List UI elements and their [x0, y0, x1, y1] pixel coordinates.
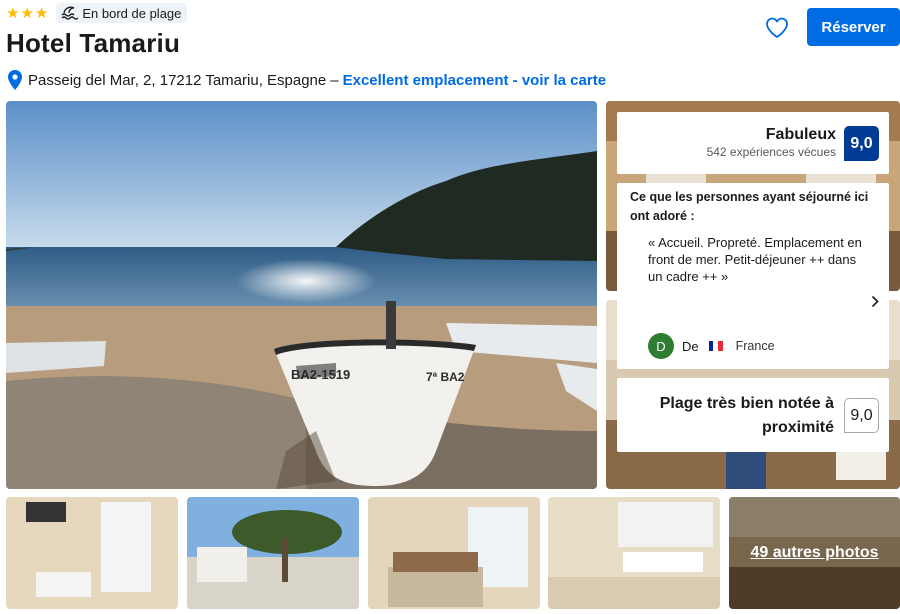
map-pin-icon — [8, 70, 22, 90]
review-quote: « Accueil. Propreté. Emplacement en fron… — [648, 235, 862, 284]
beach-waves-icon — [61, 6, 79, 20]
address-separator: – — [330, 71, 339, 89]
chevron-right-icon — [871, 295, 879, 307]
hotel-top-line: ★ ★ ★ En bord de plage — [6, 2, 188, 24]
thumbnail-bathroom-sink[interactable] — [548, 497, 720, 609]
thumbnail-village-square[interactable] — [187, 497, 359, 609]
beachfront-badge: En bord de plage — [56, 3, 188, 23]
review-count: 542 expériences vécues — [706, 145, 836, 159]
show-map-link[interactable]: Excellent emplacement - voir la carte — [343, 72, 606, 89]
star-icon: ★ — [6, 4, 20, 22]
beach-rating-card: Plage très bien notée à proximité 9,0 — [617, 378, 889, 452]
next-review-button[interactable] — [867, 291, 883, 311]
thumbnail-terrace[interactable]: 49 autres photos — [729, 497, 900, 609]
reserve-button[interactable]: Réserver — [807, 8, 900, 46]
hotel-title: Hotel Tamariu — [6, 28, 181, 58]
thumbnail-bedroom[interactable] — [368, 497, 540, 609]
star-icon: ★ — [34, 4, 49, 22]
beach-score-badge: 9,0 — [844, 398, 879, 433]
heart-icon — [766, 17, 788, 38]
main-photo-beach[interactable]: BA2-1519 7ª BA2 — [6, 101, 597, 489]
review-score-badge: 9,0 — [844, 126, 879, 161]
beach-rating-label: Plage très bien notée à proximité — [659, 395, 834, 436]
hotel-address: Passeig del Mar, 2, 17212 Tamariu, Espag… — [28, 71, 327, 89]
reviewer-avatar: D — [648, 333, 674, 359]
save-heart-button[interactable] — [758, 9, 796, 47]
svg-text:BA2-1519: BA2-1519 — [291, 367, 350, 382]
rating-label: Fabuleux — [765, 126, 836, 143]
reviewer-prefix: De — [682, 338, 699, 354]
review-score-text: Fabuleux 542 expériences vécues — [707, 126, 836, 159]
address-line: Passeig del Mar, 2, 17212 Tamariu, Espag… — [8, 70, 606, 90]
star-icon: ★ — [20, 4, 34, 22]
review-heading: Ce que les personnes ayant séjourné ici … — [630, 190, 869, 223]
guest-review-card: Ce que les personnes ayant séjourné ici … — [617, 183, 889, 369]
star-rating: ★ ★ ★ — [6, 6, 48, 21]
france-flag-icon — [708, 341, 723, 351]
beachfront-label: En bord de plage — [82, 5, 182, 21]
reviewer-info: D De France — [648, 333, 775, 359]
more-photos-link[interactable]: 49 autres photos — [729, 497, 900, 609]
svg-text:7ª BA2: 7ª BA2 — [426, 370, 465, 384]
review-score-card[interactable]: Fabuleux 542 expériences vécues 9,0 — [617, 112, 889, 174]
reviewer-country: France — [735, 339, 775, 353]
thumbnail-bathroom[interactable] — [6, 497, 178, 609]
